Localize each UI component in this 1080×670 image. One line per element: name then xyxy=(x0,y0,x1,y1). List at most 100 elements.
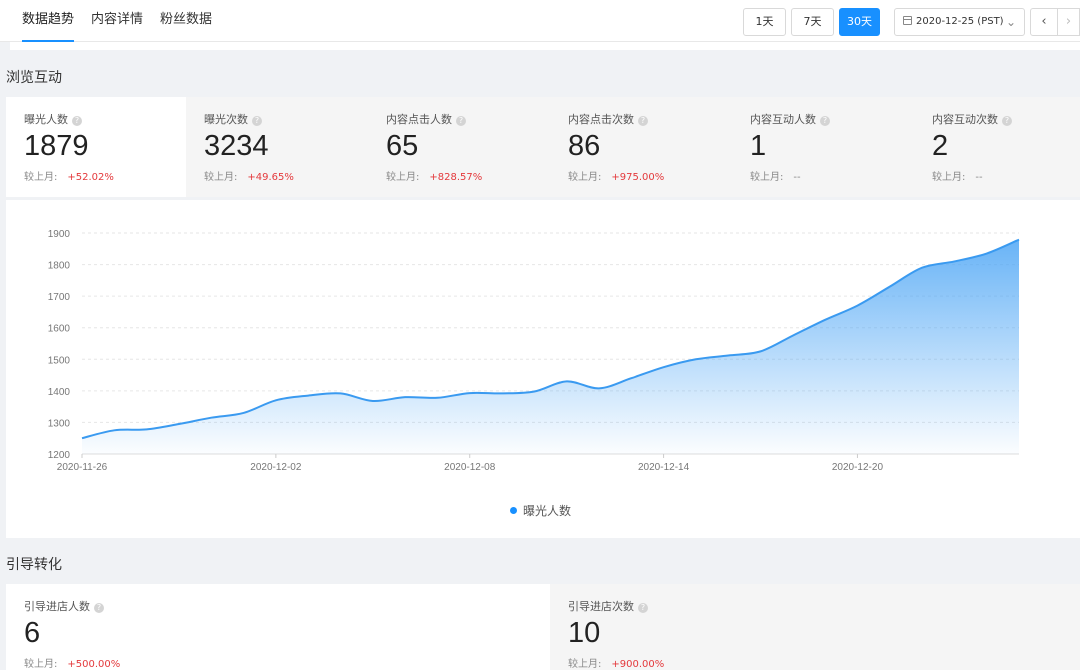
metric-card-interaction-users[interactable]: 内容互动人数? 1 较上月: -- xyxy=(732,97,914,197)
prev-date-button[interactable]: ‹ xyxy=(1030,8,1058,36)
legend-label: 曝光人数 xyxy=(523,504,572,518)
metric-card-exposure-count[interactable]: 曝光次数? 3234 较上月: +49.65% xyxy=(186,97,368,197)
metric-compare: 较上月: -- xyxy=(750,168,914,183)
compare-label: 较上月: xyxy=(204,172,238,183)
metric-change: +500.00% xyxy=(67,659,121,670)
data-point xyxy=(984,251,990,257)
y-tick-label: 1200 xyxy=(48,450,71,461)
compare-label: 较上月: xyxy=(568,172,602,183)
compare-label: 较上月: xyxy=(568,659,602,670)
data-point xyxy=(628,375,634,381)
metric-compare: 较上月: +900.00% xyxy=(568,655,1080,670)
y-tick-label: 1500 xyxy=(48,355,71,366)
metric-change: +52.02% xyxy=(67,172,114,183)
date-picker[interactable]: 2020-12-25 (PST) ⌄ xyxy=(894,8,1025,36)
data-point xyxy=(693,356,699,362)
compare-label: 较上月: xyxy=(932,172,966,183)
next-date-button[interactable]: › xyxy=(1058,8,1080,36)
metric-label: 引导进店次数? xyxy=(568,600,1080,614)
metric-card-click-users[interactable]: 内容点击人数? 65 较上月: +828.57% xyxy=(368,97,550,197)
date-picker-value: 2020-12-25 (PST) xyxy=(916,16,1004,27)
tab-data-trend[interactable]: 数据趋势 xyxy=(22,0,75,42)
metric-label-text: 曝光人数 xyxy=(24,113,68,126)
y-tick-label: 1800 xyxy=(48,261,71,272)
data-point xyxy=(596,385,602,391)
data-point xyxy=(176,421,182,427)
data-point xyxy=(790,333,796,339)
y-tick-label: 1400 xyxy=(48,387,71,398)
metric-change: +828.57% xyxy=(429,172,483,183)
help-icon[interactable]: ? xyxy=(820,116,830,126)
data-point xyxy=(337,390,343,396)
chevron-right-icon: › xyxy=(1065,14,1072,29)
metric-compare: 较上月: -- xyxy=(932,168,1080,183)
x-tick-label: 2020-12-08 xyxy=(444,462,496,473)
legend-dot-icon xyxy=(510,507,517,514)
trend-chart[interactable]: 1200 1300 1400 1500 1600 1700 1800 1900 2020-11-… xyxy=(6,200,1080,538)
metric-value: 65 xyxy=(386,130,419,162)
tab-content-detail[interactable]: 内容详情 xyxy=(91,0,143,42)
data-point xyxy=(434,395,440,401)
data-point xyxy=(467,390,473,396)
range-30-days-button[interactable]: 30天 xyxy=(839,8,880,36)
metric-compare: 较上月: +828.57% xyxy=(386,168,550,183)
chevron-left-icon: ‹ xyxy=(1041,14,1047,29)
metric-label-text: 内容点击人数 xyxy=(386,113,452,126)
data-point xyxy=(822,317,828,323)
metric-label: 内容互动次数? xyxy=(932,113,1080,127)
help-icon[interactable]: ? xyxy=(1002,116,1012,126)
help-icon[interactable]: ? xyxy=(72,116,82,126)
data-point xyxy=(305,393,311,399)
metric-card-click-count[interactable]: 内容点击次数? 86 较上月: +975.00% xyxy=(550,97,732,197)
metric-change: -- xyxy=(793,172,801,183)
metric-label: 引导进店人数? xyxy=(24,600,550,614)
x-tick-label: 2020-12-20 xyxy=(832,462,884,473)
metric-label-text: 内容互动次数 xyxy=(932,113,998,126)
help-icon[interactable]: ? xyxy=(94,603,104,613)
metric-change: -- xyxy=(975,172,983,183)
x-tick-label: 2020-12-02 xyxy=(250,462,302,473)
y-tick-label: 1600 xyxy=(48,324,71,335)
data-point xyxy=(725,352,731,358)
metric-card-store-visit-count[interactable]: 引导进店次数? 10 较上月: +900.00% xyxy=(550,584,1080,670)
metric-value: 3234 xyxy=(204,130,269,162)
data-point xyxy=(951,258,957,264)
metric-label: 内容互动人数? xyxy=(750,113,914,127)
data-point xyxy=(144,426,150,432)
x-tick-label: 2020-12-14 xyxy=(638,462,690,473)
data-point xyxy=(111,427,117,433)
x-tick-label: 2020-11-26 xyxy=(57,462,108,473)
data-point xyxy=(273,397,279,403)
range-1-day-button[interactable]: 1天 xyxy=(743,8,786,36)
metric-label-text: 内容点击次数 xyxy=(568,113,634,126)
metric-value: 1879 xyxy=(24,130,89,162)
tab-bar: 数据趋势 内容详情 粉丝数据 xyxy=(22,0,229,42)
metric-label-text: 引导进店人数 xyxy=(24,600,90,613)
data-point xyxy=(79,435,85,441)
top-bar: 数据趋势 内容详情 粉丝数据 1天 7天 30天 2020-12-25 (PST… xyxy=(0,0,1080,42)
metric-value: 10 xyxy=(568,617,601,649)
top-strip xyxy=(10,42,1080,50)
section-title-conversion: 引导转化 xyxy=(6,557,62,573)
metric-value: 1 xyxy=(750,130,767,162)
metric-label-text: 曝光次数 xyxy=(204,113,248,126)
data-point xyxy=(854,303,860,309)
metric-change: +49.65% xyxy=(247,172,294,183)
help-icon[interactable]: ? xyxy=(456,116,466,126)
y-tick-label: 1900 xyxy=(48,229,71,240)
metric-label: 内容点击次数? xyxy=(568,113,732,127)
help-icon[interactable]: ? xyxy=(638,116,648,126)
metric-card-store-visit-users[interactable]: 引导进店人数? 6 较上月: +500.00% xyxy=(6,584,550,670)
data-point xyxy=(370,398,376,404)
chart-legend[interactable]: 曝光人数 xyxy=(510,502,571,519)
metric-label-text: 引导进店次数 xyxy=(568,600,634,613)
range-7-days-button[interactable]: 7天 xyxy=(791,8,834,36)
metric-card-exposure-users[interactable]: 曝光人数? 1879 较上月: +52.02% xyxy=(6,97,186,197)
metric-label: 内容点击人数? xyxy=(386,113,550,127)
metric-compare: 较上月: +52.02% xyxy=(24,168,186,183)
help-icon[interactable]: ? xyxy=(638,603,648,613)
data-point xyxy=(241,410,247,416)
tab-fans-data[interactable]: 粉丝数据 xyxy=(160,0,212,42)
metric-card-interaction-count[interactable]: 内容互动次数? 2 较上月: -- xyxy=(914,97,1080,197)
help-icon[interactable]: ? xyxy=(252,116,262,126)
